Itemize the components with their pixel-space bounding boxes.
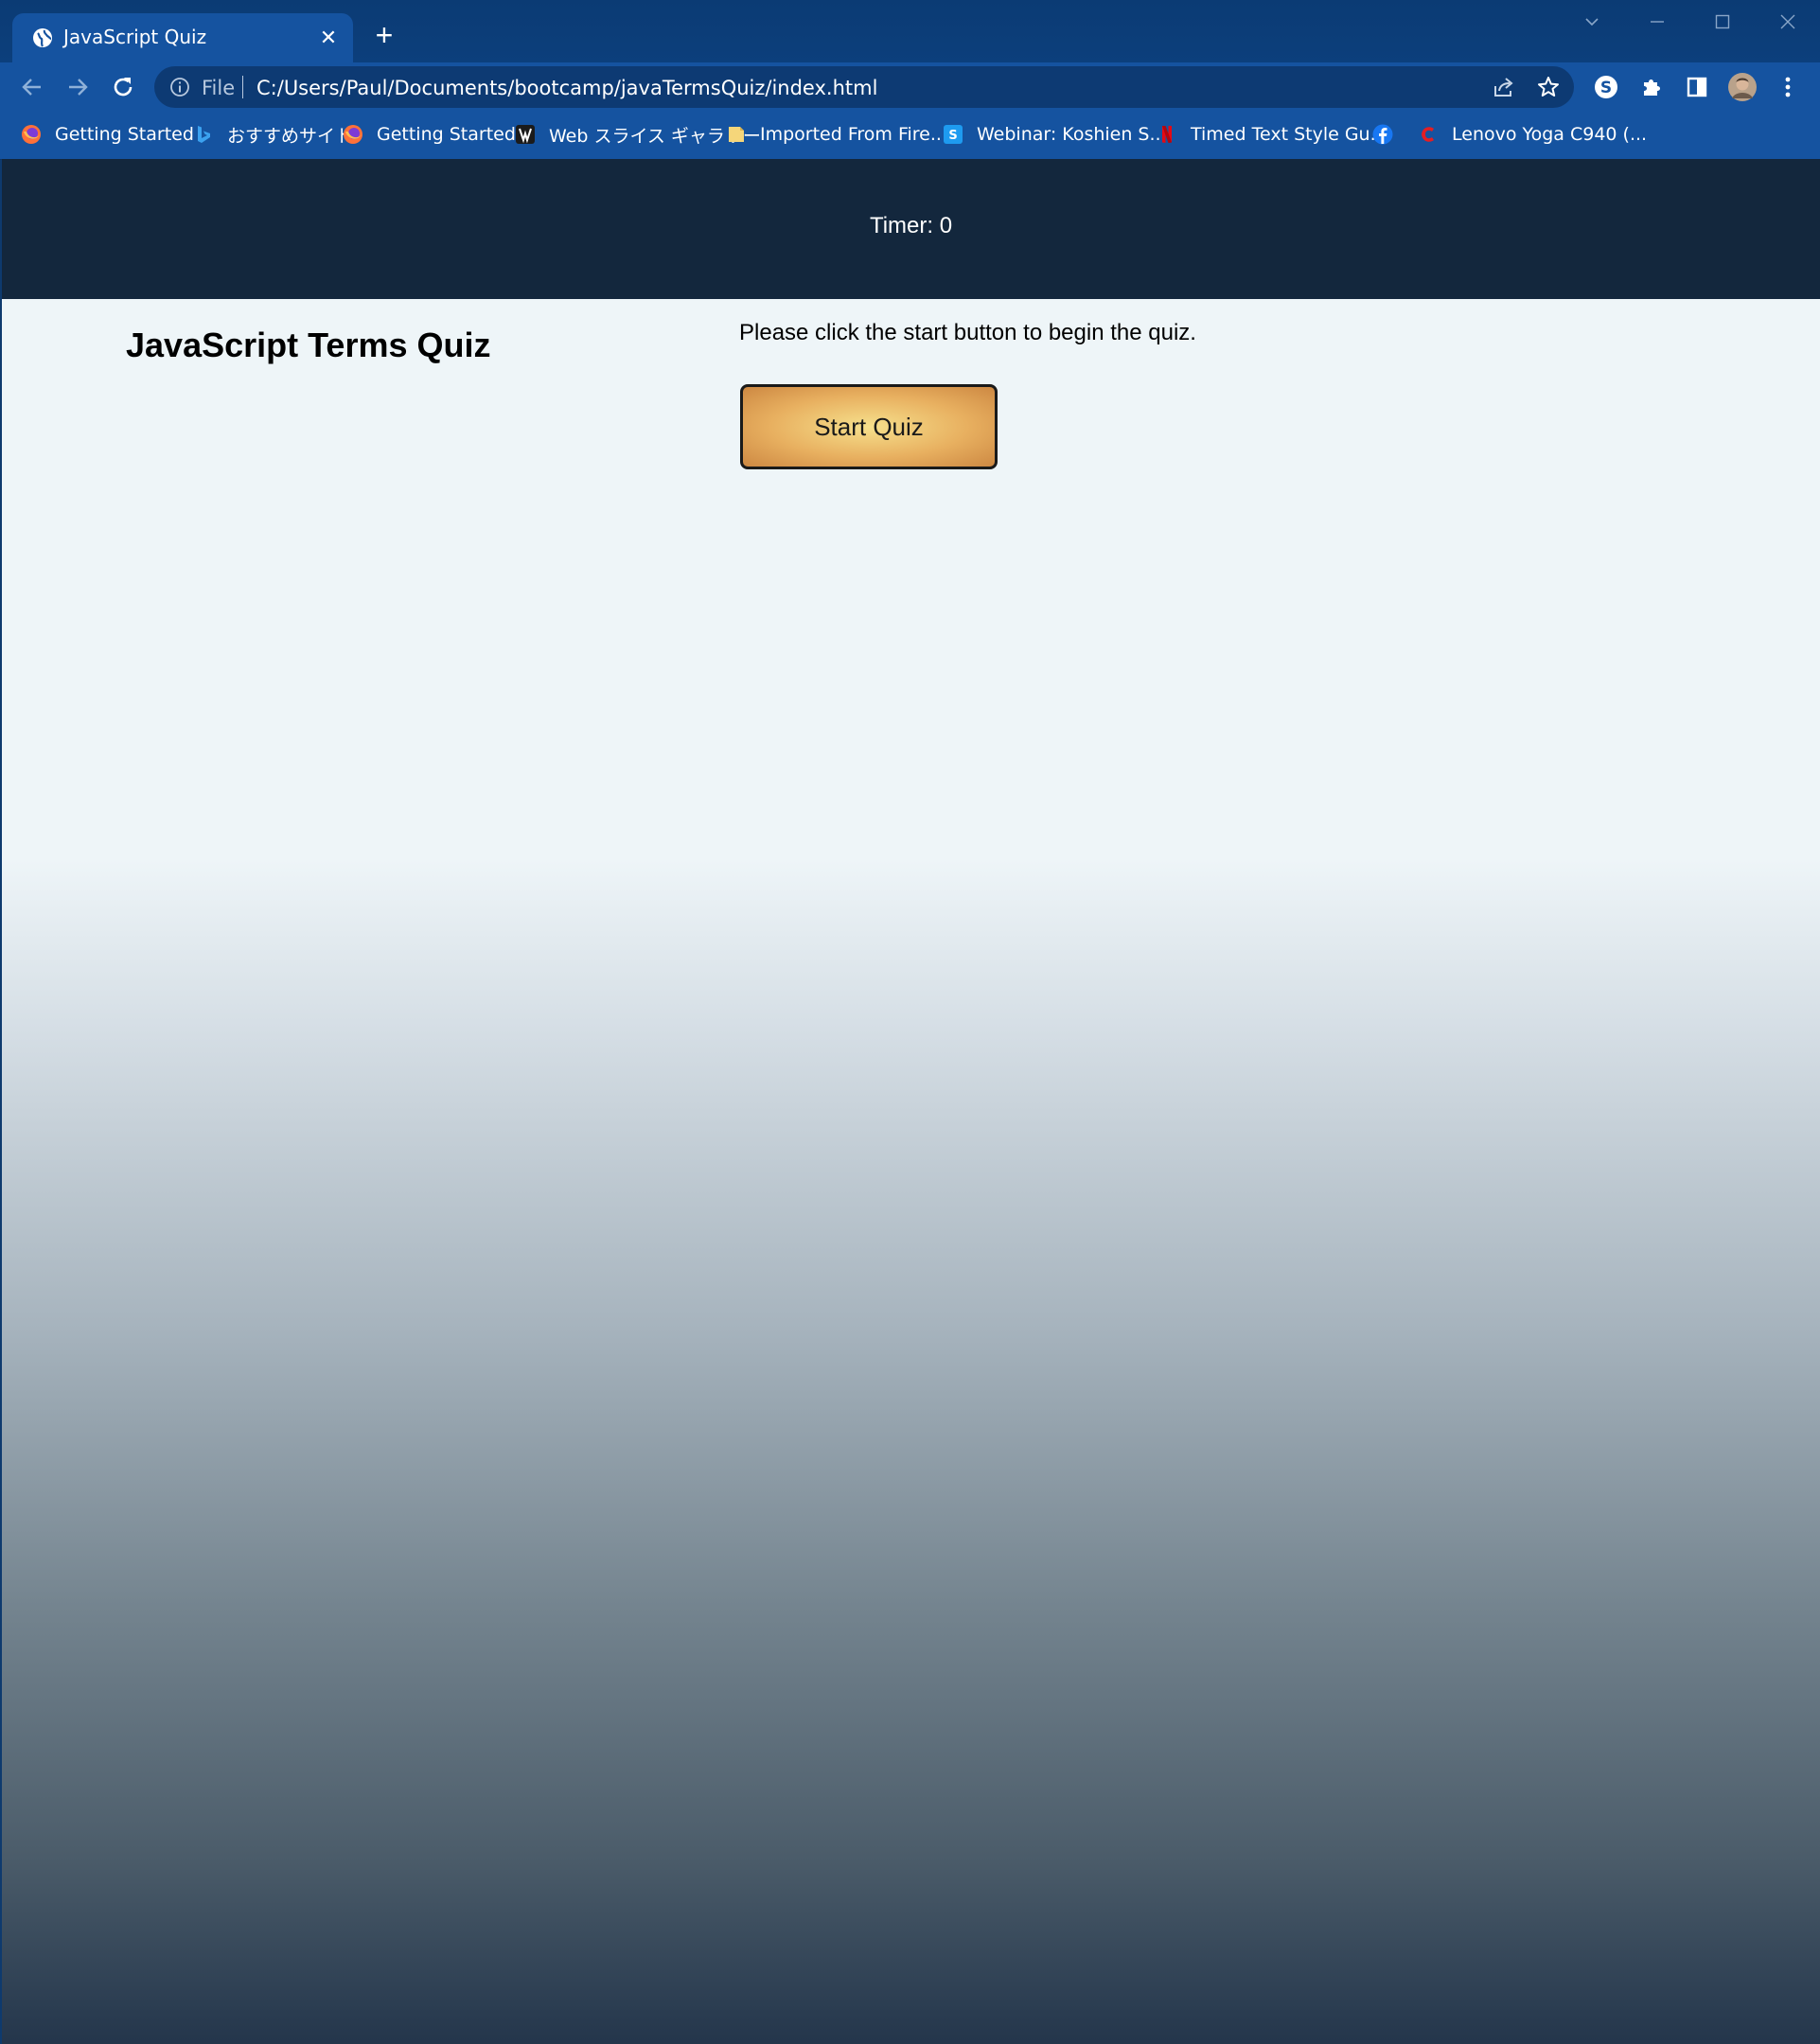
s-extension-icon[interactable]: S [1589, 70, 1623, 104]
tab-javascript-quiz[interactable]: JavaScript Quiz ✕ [12, 13, 353, 62]
tab-search-icon[interactable] [1559, 0, 1624, 44]
bookmark-label: Imported From Fire... [760, 124, 947, 145]
window-controls [1559, 0, 1820, 44]
globe-icon [31, 26, 54, 49]
bookmark-imported-from-firefox[interactable]: Imported From Fire... [726, 120, 947, 149]
bookmark-lenovo-yoga[interactable]: Lenovo Yoga C940 (... [1418, 120, 1647, 149]
new-tab-button[interactable]: + [368, 19, 400, 51]
svg-text:S: S [1600, 79, 1612, 97]
bookmark-getting-started-1[interactable]: Getting Started [21, 120, 194, 149]
bookmark-label: Getting Started [55, 124, 194, 145]
firefox-icon [343, 124, 363, 145]
forward-icon[interactable] [61, 70, 95, 104]
tab-strip: JavaScript Quiz ✕ + [0, 0, 1820, 62]
bookmark-label: Getting Started [377, 124, 516, 145]
close-window-icon[interactable] [1755, 0, 1820, 44]
page-title: JavaScript Terms Quiz [126, 326, 491, 364]
url-text[interactable]: C:/Users/Paul/Documents/bootcamp/javaTer… [256, 77, 877, 99]
menu-kebab-icon[interactable] [1771, 70, 1805, 104]
page-header: Timer: 0 [2, 159, 1820, 299]
extensions-puzzle-icon[interactable] [1634, 70, 1669, 104]
side-panel-icon[interactable] [1680, 70, 1714, 104]
bookmark-webinar-koshien[interactable]: S Webinar: Koshien S... [943, 120, 1167, 149]
bookmark-facebook[interactable] [1372, 120, 1406, 149]
share-icon[interactable] [1492, 75, 1516, 99]
webinar-icon: S [943, 124, 963, 145]
timer-text: Timer: 0 [869, 213, 953, 238]
maximize-icon[interactable] [1689, 0, 1755, 44]
bookmark-label: Webinar: Koshien S... [977, 124, 1167, 145]
minimize-icon[interactable] [1624, 0, 1689, 44]
back-icon[interactable] [15, 70, 49, 104]
folder-icon [726, 124, 747, 145]
bookmark-label: Timed Text Style Gu... [1191, 124, 1387, 145]
start-quiz-button[interactable]: Start Quiz [740, 384, 998, 469]
bookmark-label: おすすめサイト [227, 125, 354, 147]
bookmarks-bar: Getting Started おすすめサイト Getting Started … [0, 112, 1820, 160]
netflix-icon [1157, 124, 1177, 145]
browser-toolbar: File C:/Users/Paul/Documents/bootcamp/ja… [0, 62, 1820, 112]
url-scheme-label: File [202, 77, 236, 99]
instructions-text: Please click the start button to begin t… [739, 320, 1196, 345]
bookmark-star-icon[interactable] [1536, 75, 1561, 99]
bookmark-getting-started-2[interactable]: Getting Started [343, 120, 516, 149]
firefox-icon [21, 124, 42, 145]
c-logo-icon [1418, 124, 1439, 145]
web-slice-icon [515, 124, 536, 145]
close-tab-icon[interactable]: ✕ [315, 25, 342, 51]
bookmark-web-slice-gallery[interactable]: Web スライス ギャラリー [515, 120, 761, 149]
reload-icon[interactable] [106, 70, 140, 104]
bookmark-timed-text-style-guide[interactable]: Timed Text Style Gu... [1157, 120, 1387, 149]
bing-icon [193, 124, 214, 145]
tab-title: JavaScript Quiz [63, 26, 207, 48]
bookmark-osusume-sites[interactable]: おすすめサイト [193, 120, 353, 149]
avatar[interactable] [1725, 70, 1759, 104]
bookmark-label: Lenovo Yoga C940 (... [1452, 124, 1648, 145]
browser-window: JavaScript Quiz ✕ + File C:/Users/Paul/D… [0, 0, 1820, 2044]
info-icon[interactable] [169, 77, 190, 97]
omnibox-divider [242, 76, 243, 98]
address-bar[interactable]: File C:/Users/Paul/Documents/bootcamp/ja… [154, 66, 1574, 108]
facebook-icon [1372, 124, 1393, 145]
svg-text:S: S [948, 129, 957, 143]
page-viewport: Timer: 0 JavaScript Terms Quiz Please cl… [2, 159, 1820, 2044]
